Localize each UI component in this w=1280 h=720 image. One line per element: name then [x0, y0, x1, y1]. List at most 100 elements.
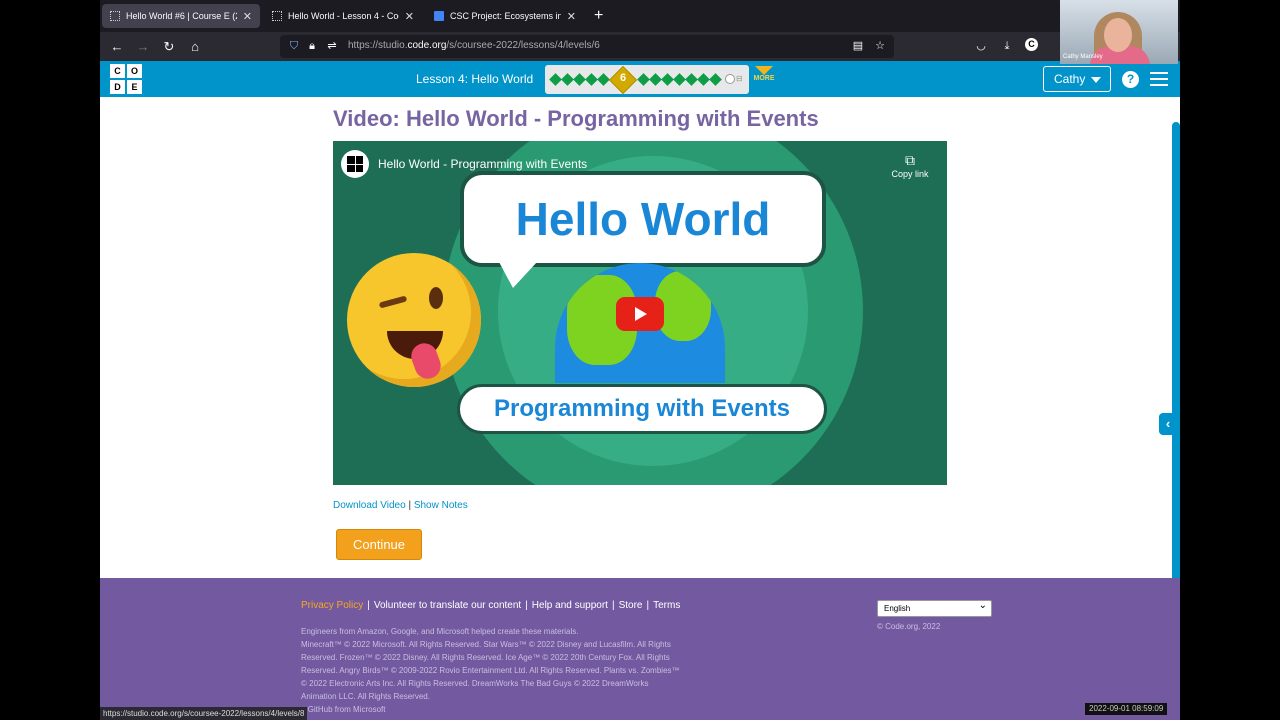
tab-title: Hello World - Lesson 4 - Code.o: [288, 11, 399, 21]
page-title: Video: Hello World - Programming with Ev…: [333, 106, 819, 131]
help-support-link[interactable]: Help and support: [532, 600, 608, 611]
level-bubble-12[interactable]: [697, 73, 710, 86]
bookmark-star-icon[interactable]: ☆: [872, 38, 888, 54]
url-text[interactable]: https://studio.code.org/s/coursee-2022/l…: [348, 40, 600, 51]
url-prefix: https://studio.: [348, 40, 408, 51]
url-path: /s/coursee-2022/lessons/4/levels/6: [446, 40, 600, 51]
footer-separator: |: [646, 600, 650, 611]
close-tab-icon[interactable]: ✕: [405, 10, 414, 23]
more-label: MORE: [753, 75, 775, 82]
back-arrow-icon[interactable]: ←: [108, 38, 126, 56]
video-links: Download Video | Show Notes: [333, 500, 468, 511]
credits-line: Minecraft™ © 2022 Microsoft. All Rights …: [301, 640, 671, 649]
webcam-name-label: Cathy Mansley: [1063, 54, 1103, 60]
chevron-down-icon: [1091, 76, 1102, 83]
hamburger-menu-icon[interactable]: [1150, 72, 1168, 87]
copy-icon: ⧉: [905, 152, 915, 168]
extension-c-icon[interactable]: C: [1025, 38, 1038, 51]
credits-line: Animation LLC. All Rights Reserved.: [301, 692, 430, 701]
home-icon[interactable]: ⌂: [186, 38, 204, 56]
subline-banner: Programming with Events: [457, 384, 827, 434]
webcam-overlay: Cathy Mansley: [1060, 0, 1178, 64]
copy-link-button[interactable]: ⧉ Copy link: [885, 151, 935, 179]
more-levels-toggle[interactable]: MORE: [752, 66, 776, 82]
level-bubble-3[interactable]: [573, 73, 586, 86]
logo-letter: O: [127, 64, 142, 78]
lock-icon[interactable]: 🔒︎: [304, 38, 320, 54]
level-bubble-13[interactable]: [709, 73, 722, 86]
video-headline: Hello World: [515, 193, 771, 245]
codeorg-favicon-icon: [110, 11, 120, 21]
address-bar[interactable]: ⛉ 🔒︎ ⇌ https://studio.code.org/s/coursee…: [280, 35, 894, 58]
copyright-text: © Code.org, 2022: [877, 622, 941, 631]
tab-hello-world-course-e[interactable]: Hello World #6 | Course E (2022 ✕: [102, 4, 260, 28]
download-video-link[interactable]: Download Video: [333, 500, 406, 511]
lock-small-icon: ⊟: [736, 74, 743, 83]
codeorg-favicon-icon: [272, 11, 282, 21]
logo-letter: E: [127, 80, 142, 94]
codeorg-logo[interactable]: C O D E: [110, 64, 142, 94]
new-tab-plus-icon[interactable]: +: [594, 6, 603, 26]
speech-bubble-tail: [499, 262, 537, 288]
terms-link[interactable]: Terms: [653, 600, 680, 611]
downloads-icon[interactable]: ⤓: [999, 38, 1015, 54]
tab-hello-world-lesson-4[interactable]: Hello World - Lesson 4 - Code.o ✕: [264, 4, 422, 28]
video-player[interactable]: Hello World - Programming with Events ⧉ …: [333, 141, 947, 485]
close-tab-icon[interactable]: ✕: [567, 10, 576, 23]
logo-letter: C: [110, 64, 125, 78]
level-bubble-11[interactable]: [685, 73, 698, 86]
logo-letter: D: [110, 80, 125, 94]
pocket-icon[interactable]: ◡: [973, 38, 989, 54]
level-bubble-8[interactable]: [649, 73, 662, 86]
credits-line: Reserved. Angry Birds™ © 2009-2022 Rovio…: [301, 666, 680, 675]
more-caret-icon: [755, 66, 773, 75]
level-bubble-1[interactable]: [549, 73, 562, 86]
footer-separator: |: [611, 600, 615, 611]
current-level-number: 6: [619, 72, 627, 84]
tab-title: CSC Project: Ecosystems in Spri: [450, 11, 561, 21]
close-tab-icon[interactable]: ✕: [243, 10, 252, 23]
tab-title: Hello World #6 | Course E (2022: [126, 11, 237, 21]
link-separator: |: [408, 500, 412, 511]
reader-view-icon[interactable]: ▤: [850, 38, 866, 54]
footer-separator: |: [525, 600, 528, 611]
unplugged-level-bubble[interactable]: [725, 74, 735, 84]
volunteer-translate-link[interactable]: Volunteer to translate our content: [374, 600, 521, 611]
play-button-icon[interactable]: [616, 297, 664, 331]
footer-links: Privacy Policy | Volunteer to translate ou…: [301, 600, 680, 611]
level-bubble-10[interactable]: [673, 73, 686, 86]
level-bubble-2[interactable]: [561, 73, 574, 86]
codeorg-header: C O D E Lesson 4: Hello World 6 ⊟ MORE C…: [100, 61, 1180, 97]
permissions-icon[interactable]: ⇌: [324, 38, 340, 54]
footer: Privacy Policy | Volunteer to translate ou…: [100, 578, 1180, 720]
video-subline: Programming with Events: [493, 395, 791, 422]
level-bubble-4[interactable]: [585, 73, 598, 86]
level-progress-bar: 6 ⊟: [545, 65, 749, 95]
lesson-title[interactable]: Lesson 4: Hello World: [416, 72, 533, 86]
footer-credits: Engineers from Amazon, Google, and Micro…: [301, 625, 751, 716]
credits-line: Reserved. Frozen™ © 2022 Disney. All Rig…: [301, 653, 670, 662]
credits-line: © 2022 Electronic Arts Inc. All Rights R…: [301, 679, 649, 688]
help-icon[interactable]: ?: [1122, 71, 1139, 88]
store-link[interactable]: Store: [619, 600, 643, 611]
channel-logo-icon[interactable]: [341, 150, 369, 178]
url-domain: code.org: [407, 40, 447, 51]
privacy-policy-link[interactable]: Privacy Policy: [301, 600, 363, 611]
video-title[interactable]: Hello World - Programming with Events: [378, 157, 587, 171]
user-menu-button[interactable]: Cathy: [1043, 66, 1111, 92]
show-notes-link[interactable]: Show Notes: [414, 500, 468, 511]
recording-timestamp: 2022-09-01 08:59:09: [1085, 703, 1168, 715]
collapse-panel-chevron-icon[interactable]: ‹: [1159, 413, 1177, 435]
tab-bar: Hello World #6 | Course E (2022 ✕ Hello …: [100, 0, 1180, 32]
browser-window: Hello World #6 | Course E (2022 ✕ Hello …: [100, 0, 1180, 720]
level-bubble-9[interactable]: [661, 73, 674, 86]
tab-csc-project[interactable]: CSC Project: Ecosystems in Spri ✕: [426, 4, 584, 28]
continue-button[interactable]: Continue: [336, 529, 422, 560]
shield-icon[interactable]: ⛉: [286, 38, 302, 54]
winking-emoji-illustration: [347, 253, 481, 387]
reload-icon[interactable]: ↻: [160, 38, 178, 56]
forward-arrow-icon[interactable]: →: [134, 38, 152, 56]
navigation-bar: ← → ↻ ⌂ ⛉ 🔒︎ ⇌ https://studio.code.org/s…: [100, 32, 1180, 61]
language-select[interactable]: English: [877, 598, 992, 617]
level-bubble-7[interactable]: [637, 73, 650, 86]
